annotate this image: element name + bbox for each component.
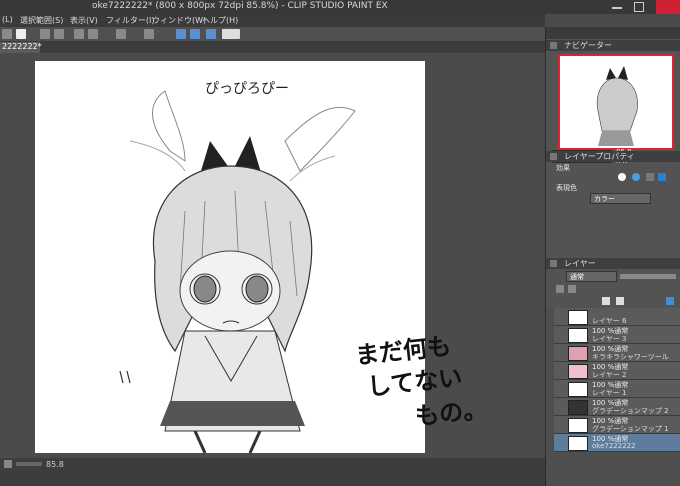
menu-bar: (L) 選択範囲(S) 表示(V) フィルター(I) ウィンドウ(W) ヘルプ(… bbox=[0, 14, 545, 27]
layer-row[interactable]: 100 %通常 グラデーションマップ 2 bbox=[554, 398, 680, 416]
canvas-paper[interactable]: ぴっぴろぴー まだ何も してない もの。 bbox=[35, 61, 488, 453]
folder-icon[interactable] bbox=[2, 29, 12, 39]
layer-property-title: レイヤープロパティ bbox=[564, 152, 635, 161]
navigator-title: ナビゲーター bbox=[564, 41, 612, 50]
menu-window[interactable]: ウィンドウ(W) bbox=[152, 15, 206, 26]
layer-name: oke7222222 bbox=[592, 442, 636, 450]
layer-thumbnail bbox=[568, 346, 588, 361]
layer-row[interactable]: 100 %通常 レイヤー 1 bbox=[554, 380, 680, 398]
layer-name: レイヤー 3 bbox=[592, 335, 627, 343]
layer-toolbar bbox=[546, 283, 680, 307]
layer-thumbnail bbox=[568, 364, 588, 379]
effect-tone-icon[interactable] bbox=[632, 173, 640, 181]
delete-layer-icon[interactable] bbox=[666, 297, 674, 305]
expression-label: 表現色 bbox=[556, 184, 577, 192]
right-panel: ナビゲーター 85.8 0.0 レイヤープロパティ 効果 表現色 カラー レイヤ… bbox=[545, 27, 680, 486]
sketch-caption: ぴっぴろぴー bbox=[205, 81, 289, 97]
menu-layer[interactable]: (L) bbox=[2, 15, 13, 24]
title-bar: oke7222222* (800 x 800px 72dpi 85.8%) - … bbox=[0, 0, 680, 14]
expression-color-select[interactable]: カラー bbox=[590, 193, 651, 204]
new-folder-icon[interactable] bbox=[616, 297, 624, 305]
window-title: oke7222222* (800 x 800px 72dpi 85.8%) - … bbox=[92, 1, 388, 11]
zoom-readout: 85.8 bbox=[46, 460, 64, 469]
crop-icon[interactable] bbox=[116, 29, 126, 39]
layer-name: レイヤー 2 bbox=[592, 371, 627, 379]
blend-mode-select[interactable]: 通常 bbox=[566, 271, 617, 282]
close-button[interactable] bbox=[656, 0, 680, 14]
status-bar: 85.8 bbox=[0, 458, 545, 486]
navigator-panel-icon bbox=[550, 42, 557, 49]
blend-mode-value: 通常 bbox=[570, 273, 584, 281]
maximize-button[interactable] bbox=[634, 2, 644, 12]
help-icon[interactable] bbox=[222, 29, 240, 39]
document-tab-label: 2222222* bbox=[2, 42, 42, 51]
overlay-text: まだ何も してない もの。 bbox=[354, 331, 525, 431]
snap-special-icon[interactable] bbox=[206, 29, 216, 39]
clear-icon[interactable] bbox=[88, 29, 98, 39]
layer-thumbnail bbox=[568, 382, 588, 397]
zoom-slider[interactable] bbox=[16, 462, 42, 466]
layer-icon[interactable] bbox=[4, 460, 12, 468]
effect-color-icon[interactable] bbox=[658, 173, 666, 181]
layers-title: レイヤー bbox=[564, 259, 596, 268]
menu-selection[interactable]: 選択範囲(S) bbox=[20, 15, 63, 26]
navigator-preview bbox=[596, 66, 638, 146]
navigator-thumbnail[interactable] bbox=[558, 54, 674, 150]
layer-property-panel-icon bbox=[550, 153, 557, 160]
menu-view[interactable]: 表示(V) bbox=[70, 15, 98, 26]
fill-icon[interactable] bbox=[144, 29, 154, 39]
layer-list: レイヤー 6 100 %通常 レイヤー 3 100 %通常 キラキラシャワーツール … bbox=[546, 308, 680, 486]
layer-name: グラデーションマップ 2 bbox=[592, 407, 669, 415]
layer-row[interactable]: 100 %通常 グラデーションマップ 1 bbox=[554, 416, 680, 434]
new-canvas-icon[interactable] bbox=[16, 29, 26, 39]
layer-name: キラキラシャワーツール bbox=[592, 353, 669, 361]
reference-icon[interactable] bbox=[568, 285, 576, 293]
panel-tabs-strip bbox=[546, 27, 680, 39]
expression-color-value: カラー bbox=[594, 195, 615, 203]
layers-header[interactable]: レイヤー bbox=[546, 258, 680, 269]
document-tab-row: 2222222* bbox=[0, 41, 545, 53]
layers-panel-icon bbox=[550, 260, 557, 267]
layer-property-body: 効果 表現色 カラー bbox=[546, 163, 680, 255]
layer-row[interactable]: 100 %通常 キラキラシャワーツール bbox=[554, 344, 680, 362]
menu-help[interactable]: ヘルプ(H) bbox=[202, 15, 238, 26]
effect-border-icon[interactable] bbox=[618, 173, 626, 181]
navigator-header[interactable]: ナビゲーター bbox=[546, 40, 680, 51]
layer-thumbnail bbox=[568, 418, 588, 433]
lock-icon[interactable] bbox=[556, 285, 564, 293]
transform-icon[interactable] bbox=[74, 29, 84, 39]
layer-thumbnail bbox=[568, 328, 588, 343]
layer-row[interactable]: 100 %通常 レイヤー 3 bbox=[554, 326, 680, 344]
layer-thumbnail bbox=[568, 436, 588, 451]
snap-ruler-icon[interactable] bbox=[176, 29, 186, 39]
layer-property-header[interactable]: レイヤープロパティ bbox=[546, 151, 680, 162]
layer-name: グラデーションマップ 1 bbox=[592, 425, 669, 433]
snap-grid-icon[interactable] bbox=[190, 29, 200, 39]
effect-texture-icon[interactable] bbox=[646, 173, 654, 181]
effect-label: 効果 bbox=[556, 164, 570, 172]
menu-filter[interactable]: フィルター(I) bbox=[106, 15, 154, 26]
minimize-button[interactable] bbox=[612, 7, 622, 9]
layer-name: レイヤー 1 bbox=[592, 389, 627, 397]
opacity-slider[interactable] bbox=[620, 274, 676, 279]
layer-row[interactable]: レイヤー 6 bbox=[554, 308, 680, 326]
undo-icon[interactable] bbox=[40, 29, 50, 39]
redo-icon[interactable] bbox=[54, 29, 64, 39]
new-layer-icon[interactable] bbox=[602, 297, 610, 305]
layer-name: レイヤー 6 bbox=[592, 317, 627, 325]
layer-thumbnail bbox=[568, 310, 588, 325]
layer-row[interactable]: 100 %通常 レイヤー 2 bbox=[554, 362, 680, 380]
command-bar bbox=[0, 27, 545, 42]
layer-row-selected[interactable]: 100 %通常 oke7222222 bbox=[554, 434, 680, 452]
document-tab[interactable]: 2222222* bbox=[0, 42, 42, 53]
layer-thumbnail bbox=[568, 400, 588, 415]
